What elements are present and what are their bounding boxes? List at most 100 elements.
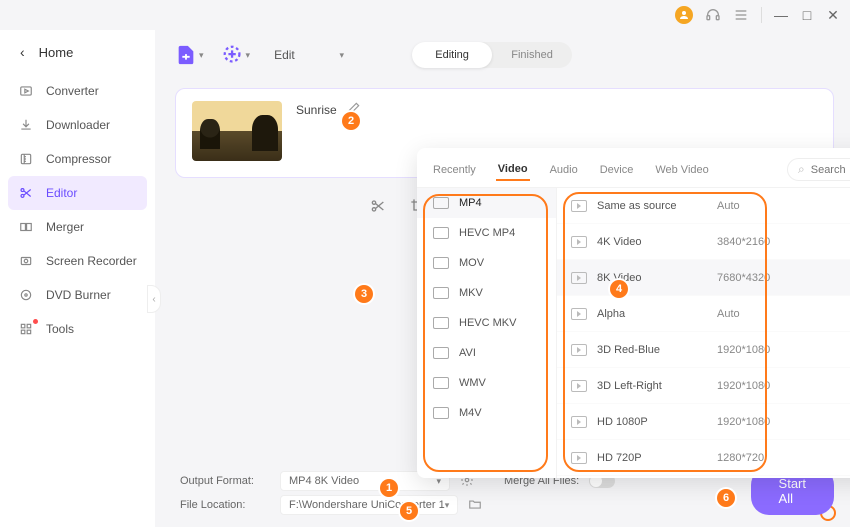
play-icon [571, 308, 587, 320]
recorder-icon [18, 253, 34, 269]
format-mp4[interactable]: MP4 [417, 188, 556, 218]
user-avatar[interactable] [675, 6, 693, 24]
titlebar: — □ ✕ [0, 0, 850, 30]
tab-device[interactable]: Device [598, 160, 636, 180]
video-thumbnail[interactable] [192, 101, 282, 161]
nav-label: Merger [46, 220, 84, 234]
edit-dropdown[interactable]: Edit▾ [274, 48, 344, 62]
sidebar-item-converter[interactable]: Converter [0, 74, 155, 108]
format-icon [433, 377, 449, 389]
merger-icon [18, 219, 34, 235]
sidebar-item-editor[interactable]: Editor [8, 176, 147, 210]
toolbar: ▾ ▾ Edit▾ Editing Finished [175, 34, 834, 76]
headset-icon[interactable] [705, 7, 721, 23]
nav-label: Screen Recorder [46, 254, 137, 268]
format-mov[interactable]: MOV [417, 248, 556, 278]
preset-row[interactable]: HD 720P1280*720 [557, 440, 850, 476]
preset-row[interactable]: AlphaAuto [557, 296, 850, 332]
tab-audio[interactable]: Audio [548, 160, 580, 180]
converter-icon [18, 83, 34, 99]
preset-row[interactable]: HD 1080P1920*1080 [557, 404, 850, 440]
tab-web-video[interactable]: Web Video [653, 160, 710, 180]
nav-label: Downloader [46, 118, 110, 132]
format-icon [433, 317, 449, 329]
preset-row[interactable]: 8K Video7680*4320 [557, 260, 850, 296]
seg-finished[interactable]: Finished [492, 42, 572, 68]
caret-down-icon: ▾ [199, 50, 204, 61]
format-icon [433, 227, 449, 239]
close-button[interactable]: ✕ [826, 7, 840, 24]
play-icon [571, 380, 587, 392]
caret-down-icon: ▾ [246, 50, 251, 61]
format-icon [433, 257, 449, 269]
sidebar: ‹ Home Converter Downloader Compressor E… [0, 30, 155, 527]
scissors-icon [18, 185, 34, 201]
chevron-left-icon: ‹ [20, 44, 25, 60]
search-input[interactable] [811, 164, 850, 176]
add-folder-button[interactable]: ▾ [222, 44, 251, 66]
seg-editing[interactable]: Editing [412, 42, 492, 68]
format-icon [433, 407, 449, 419]
play-icon [571, 236, 587, 248]
search-icon: ⌕ [798, 162, 805, 177]
format-avi[interactable]: AVI [417, 338, 556, 368]
nav-label: DVD Burner [46, 288, 111, 302]
format-hevc-mp4[interactable]: HEVC MP4 [417, 218, 556, 248]
format-panel: Recently Video Audio Device Web Video ⌕ … [417, 148, 850, 478]
nav-label: Converter [46, 84, 99, 98]
file-location-label: File Location: [180, 499, 270, 511]
caret-down-icon: ▾ [340, 50, 345, 61]
format-list: MP4 HEVC MP4 MOV MKV HEVC MKV AVI WMV M4… [417, 188, 557, 478]
start-all-highlight: Start All [820, 505, 836, 521]
sidebar-item-dvd-burner[interactable]: DVD Burner [0, 278, 155, 312]
nav-label: Tools [46, 322, 74, 336]
sidebar-item-merger[interactable]: Merger [0, 210, 155, 244]
sidebar-item-tools[interactable]: Tools [0, 312, 155, 346]
preset-row[interactable]: 4K Video3840*2160 [557, 224, 850, 260]
open-folder-icon[interactable] [468, 497, 482, 514]
disc-icon [18, 287, 34, 303]
back-home[interactable]: ‹ Home [0, 38, 155, 74]
tab-video[interactable]: Video [496, 159, 530, 181]
step-badge-1: 1 [380, 479, 398, 497]
preset-list: Same as sourceAuto 4K Video3840*2160 8K … [557, 188, 850, 478]
preset-row[interactable]: 3D Red-Blue1920*1080 [557, 332, 850, 368]
step-badge-5: 5 [400, 502, 418, 520]
sidebar-item-downloader[interactable]: Downloader [0, 108, 155, 142]
maximize-button[interactable]: □ [800, 7, 814, 23]
add-file-button[interactable]: ▾ [175, 44, 204, 66]
format-hevc-mkv[interactable]: HEVC MKV [417, 308, 556, 338]
tab-recently[interactable]: Recently [431, 160, 478, 180]
output-format-label: Output Format: [180, 475, 270, 487]
format-icon [433, 197, 449, 209]
step-badge-6: 6 [717, 489, 735, 507]
video-title: Sunrise [296, 103, 337, 117]
search-box[interactable]: ⌕ [787, 158, 850, 181]
compressor-icon [18, 151, 34, 167]
play-icon [571, 344, 587, 356]
panel-tabs: Recently Video Audio Device Web Video ⌕ [417, 148, 850, 188]
cut-tool[interactable] [370, 198, 386, 219]
menu-icon[interactable] [733, 7, 749, 23]
play-icon [571, 272, 587, 284]
download-icon [18, 117, 34, 133]
tools-icon [18, 321, 34, 337]
minimize-button[interactable]: — [774, 7, 788, 23]
main-area: ▾ ▾ Edit▾ Editing Finished Sunrise ave R… [155, 30, 850, 527]
step-badge-2: 2 [342, 112, 360, 130]
sidebar-item-compressor[interactable]: Compressor [0, 142, 155, 176]
home-label: Home [39, 45, 74, 60]
step-badge-3: 3 [355, 285, 373, 303]
format-icon [433, 347, 449, 359]
format-wmv[interactable]: WMV [417, 368, 556, 398]
file-location-dropdown[interactable]: F:\Wondershare UniConverter 1▾ [280, 495, 458, 515]
preset-row[interactable]: Same as sourceAuto [557, 188, 850, 224]
play-icon [571, 452, 587, 464]
format-icon [433, 287, 449, 299]
format-mkv[interactable]: MKV [417, 278, 556, 308]
status-segmented: Editing Finished [412, 42, 572, 68]
play-icon [571, 200, 587, 212]
preset-row[interactable]: 3D Left-Right1920*1080 [557, 368, 850, 404]
format-m4v[interactable]: M4V [417, 398, 556, 428]
sidebar-item-screen-recorder[interactable]: Screen Recorder [0, 244, 155, 278]
